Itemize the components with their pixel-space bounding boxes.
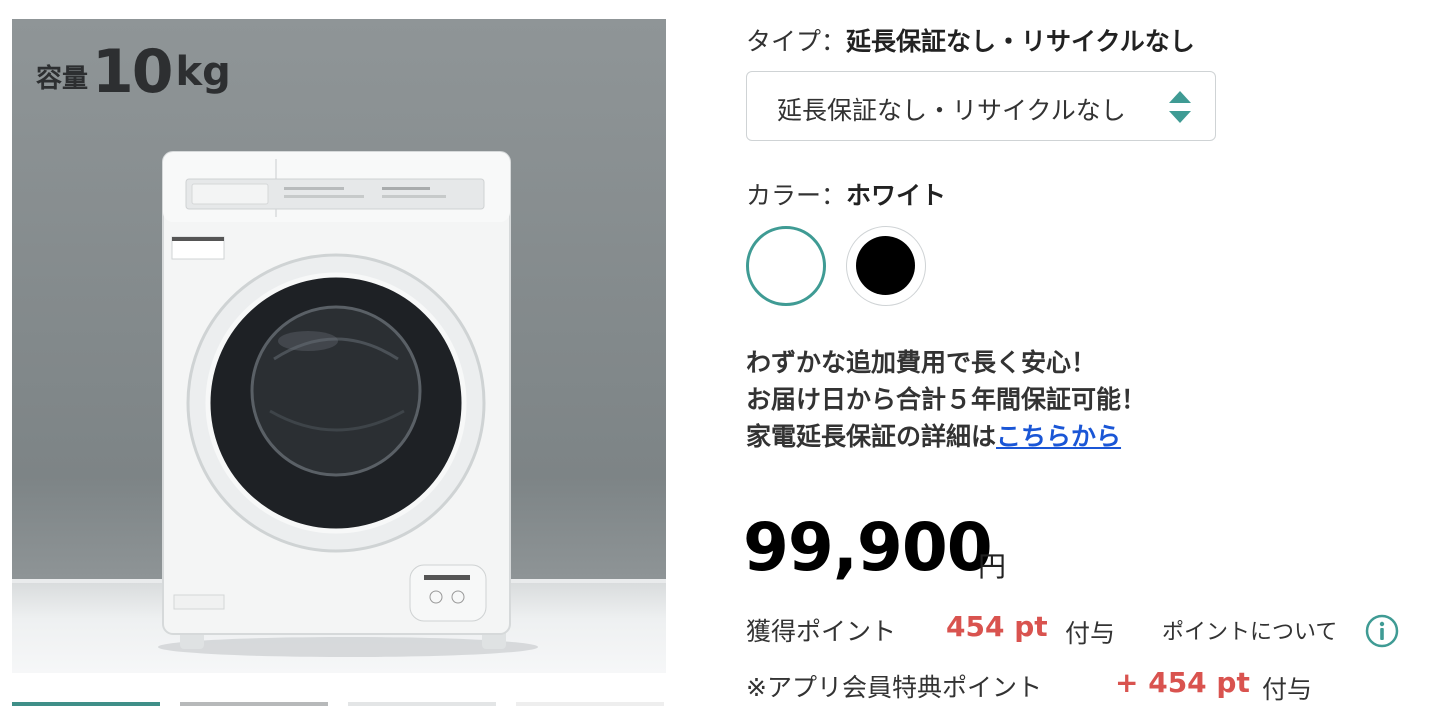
color-swatch-white[interactable] <box>746 226 826 306</box>
type-select-value: 延長保証なし・リサイクルなし <box>777 96 1126 125</box>
up-down-arrows-icon <box>1169 91 1191 123</box>
color-swatch-black[interactable] <box>846 226 926 306</box>
capacity-number: 10 <box>92 37 173 107</box>
thumbnail-strip <box>12 702 666 706</box>
app-points-value: + 454 pt <box>1115 666 1250 699</box>
thumbnail-1[interactable] <box>12 702 160 706</box>
color-label-prefix: カラー： <box>746 181 847 210</box>
warranty-details-link[interactable]: こちらから <box>996 422 1121 451</box>
type-option-label: タイプ：延長保証なし・リサイクルなし <box>746 22 1195 58</box>
color-option-label: カラー：ホワイト <box>746 176 946 212</box>
thumbnail-4[interactable] <box>516 702 664 706</box>
app-points-label: ※アプリ会員特典ポイント <box>746 673 1042 702</box>
points-value: 454 pt <box>946 610 1048 643</box>
promo-line-3-text: 家電延長保証の詳細は <box>746 422 997 451</box>
type-label-prefix: タイプ： <box>746 27 847 56</box>
capacity-badge: 容量 10 kg <box>36 37 231 107</box>
info-icon[interactable] <box>1365 614 1399 648</box>
black-swatch-dot <box>856 236 915 295</box>
washing-machine-illustration <box>158 151 538 657</box>
color-selected-name: ホワイト <box>846 181 947 210</box>
about-points-link[interactable]: ポイントについて <box>1162 614 1337 646</box>
promo-line-2: お届け日から合計５年間保証可能！ <box>746 385 1147 414</box>
warranty-promo: わずかな追加費用で長く安心！ お届け日から合計５年間保証可能！ 家電延長保証の詳… <box>746 344 1146 455</box>
capacity-label: 容量 <box>36 64 89 94</box>
price-value: 99,900 <box>743 509 993 586</box>
price-currency: 円 <box>978 550 1007 583</box>
points-suffix: 付与 <box>1065 619 1116 648</box>
app-points-suffix: 付与 <box>1262 675 1313 704</box>
capacity-unit: kg <box>175 49 231 95</box>
thumbnail-3[interactable] <box>348 702 496 706</box>
points-label: 獲得ポイント <box>746 617 897 646</box>
promo-line-1: わずかな追加費用で長く安心！ <box>746 348 1097 377</box>
promo-line-3: 家電延長保証の詳細はこちらから <box>746 418 1146 455</box>
type-select[interactable]: 延長保証なし・リサイクルなし <box>746 71 1216 141</box>
product-main-image[interactable]: 容量 10 kg <box>12 19 666 673</box>
type-selected-name: 延長保証なし・リサイクルなし <box>846 27 1195 56</box>
thumbnail-2[interactable] <box>180 702 328 706</box>
